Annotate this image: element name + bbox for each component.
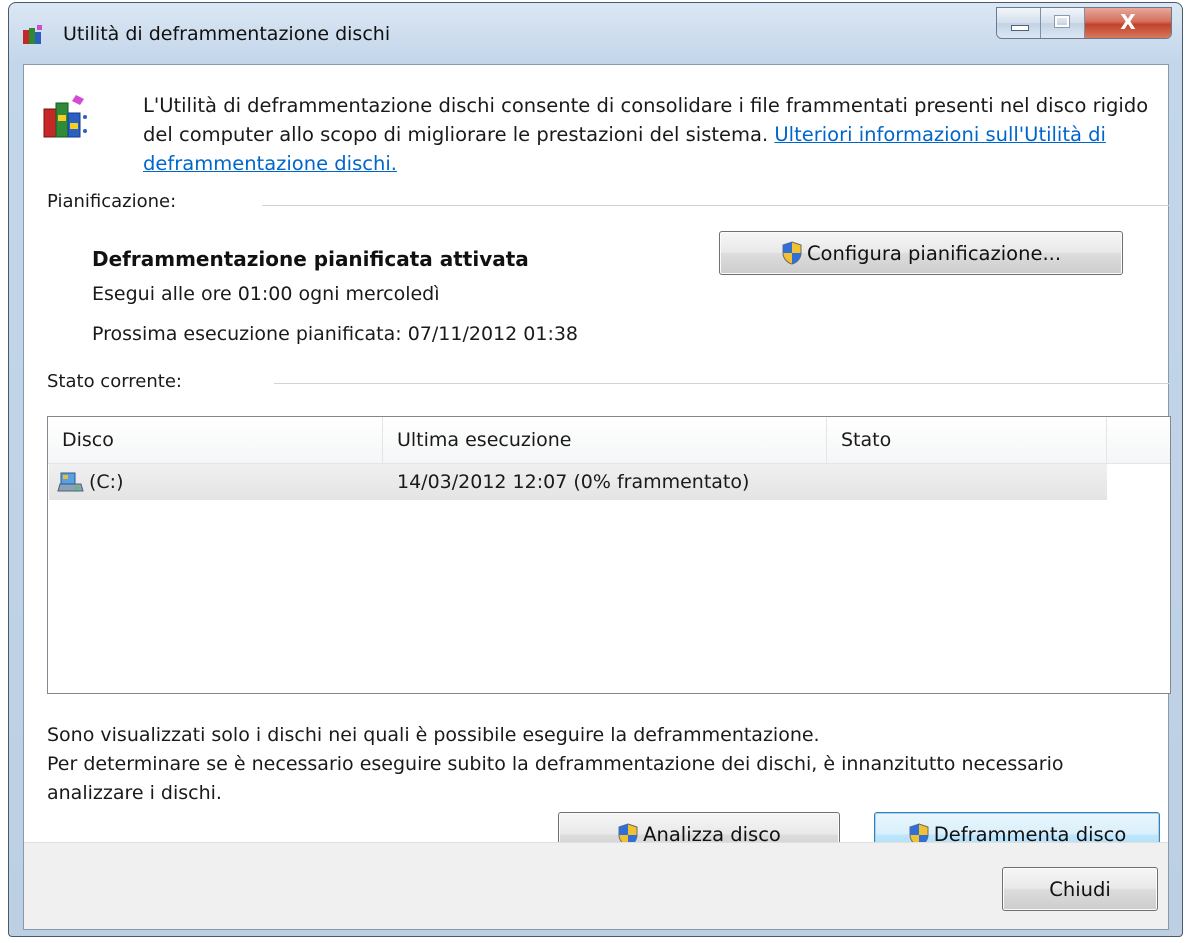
- disk-list-header: Disco Ultima esecuzione Stato: [48, 417, 1170, 464]
- disk-name: (C:): [89, 471, 124, 493]
- info-note-line-1: Sono visualizzati solo i dischi nei qual…: [47, 724, 820, 746]
- defrag-icon: [23, 25, 42, 44]
- column-header-disk[interactable]: Disco: [48, 417, 383, 463]
- schedule-status: Deframmentazione pianificata attivata: [92, 247, 529, 271]
- current-status-divider: [274, 383, 1170, 384]
- disk-last-run: 14/03/2012 12:07 (0% frammentato): [397, 471, 750, 493]
- close-window-button[interactable]: X: [1085, 8, 1171, 38]
- schedule-next-run: Prossima esecuzione pianificata: 07/11/2…: [92, 323, 579, 345]
- disk-list[interactable]: Disco Ultima esecuzione Stato (C:) 14/03…: [47, 416, 1171, 694]
- table-row[interactable]: (C:) 14/03/2012 12:07 (0% frammentato): [49, 464, 1107, 500]
- schedule-section-label: Pianificazione:: [47, 191, 177, 212]
- info-note-line-2: Per determinare se è necessario eseguire…: [47, 753, 1064, 804]
- dialog-body: L'Utilità di deframmentazione dischi con…: [23, 64, 1171, 930]
- uac-shield-icon: [782, 241, 802, 265]
- defrag-window: Utilità di deframmentazione dischi X L'U…: [8, 2, 1183, 937]
- close-button[interactable]: Chiudi: [1002, 867, 1158, 911]
- schedule-run-time: Esegui alle ore 01:00 ogni mercoledì: [92, 283, 440, 305]
- minimize-icon: [1011, 25, 1029, 31]
- current-status-section-label: Stato corrente:: [47, 371, 182, 392]
- intro-text: L'Utilità di deframmentazione dischi con…: [143, 91, 1158, 178]
- maximize-button[interactable]: [1041, 8, 1085, 38]
- title-bar[interactable]: Utilità di deframmentazione dischi X: [9, 3, 1182, 65]
- dialog-footer: Chiudi: [24, 842, 1168, 929]
- hard-drive-icon: [57, 472, 84, 492]
- window-title: Utilità di deframmentazione dischi: [63, 23, 391, 45]
- close-button-label: Chiudi: [1049, 877, 1111, 901]
- column-header-last-run[interactable]: Ultima esecuzione: [383, 417, 827, 463]
- close-icon: X: [1120, 10, 1136, 34]
- info-note: Sono visualizzati solo i dischi nei qual…: [47, 721, 1157, 808]
- maximize-icon: [1054, 15, 1070, 28]
- defrag-icon: [43, 95, 87, 138]
- column-header-status[interactable]: Stato: [827, 417, 1107, 463]
- minimize-button[interactable]: [997, 8, 1041, 38]
- caption-buttons: X: [996, 7, 1172, 39]
- configure-schedule-label: Configura pianificazione...: [806, 241, 1062, 265]
- configure-schedule-button[interactable]: Configura pianificazione...: [719, 231, 1123, 275]
- schedule-divider: [262, 205, 1170, 206]
